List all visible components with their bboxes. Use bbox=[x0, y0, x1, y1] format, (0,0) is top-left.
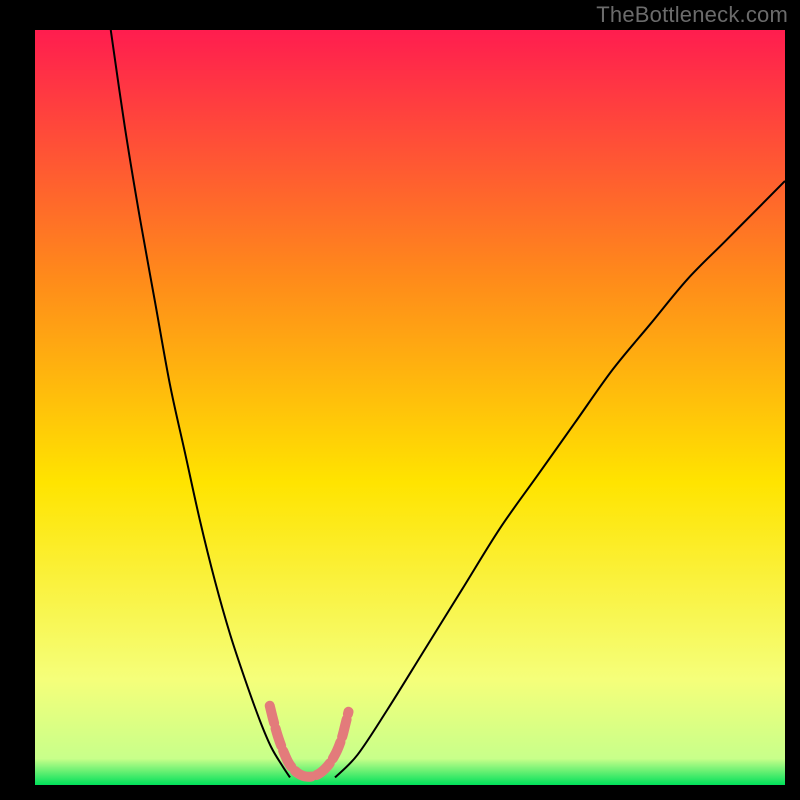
chart-svg bbox=[0, 0, 800, 800]
chart-frame: TheBottleneck.com bbox=[0, 0, 800, 800]
watermark-text: TheBottleneck.com bbox=[596, 2, 788, 28]
